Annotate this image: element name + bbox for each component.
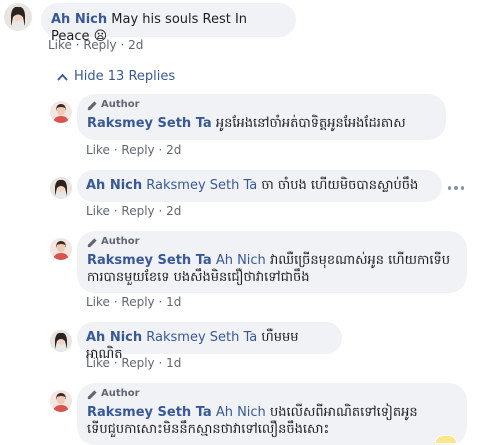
reply-timestamp[interactable]: 1d	[166, 356, 181, 370]
like-button[interactable]: Like	[86, 295, 110, 309]
like-button[interactable]: Like	[86, 204, 110, 218]
avatar-raksmey[interactable]	[50, 390, 72, 412]
reply-text-line: ការបានមួយខែទេ បងសឹងមិនជឿថាវាទៅជាចឹង	[87, 270, 310, 285]
reply-button[interactable]: Reply	[121, 356, 154, 370]
like-button[interactable]: Like	[86, 356, 110, 370]
reply-author-name[interactable]: Raksmey Seth Ta	[87, 116, 212, 131]
comment-actions: Like · Reply · 2d	[48, 38, 144, 52]
avatar-ah-nich[interactable]	[50, 330, 72, 352]
avatar-ah-nich[interactable]	[4, 3, 32, 31]
reply-actions: Like · Reply · 2d	[86, 204, 182, 218]
comment-timestamp[interactable]: 2d	[128, 38, 143, 52]
reply-author-name[interactable]: Raksmey Seth Ta	[87, 405, 212, 420]
reply-text: វាឈឺច្រើនមុខណាស់អូន ហើយកាទើប	[269, 253, 450, 268]
reply-button[interactable]: Reply	[121, 204, 154, 218]
like-button[interactable]: Like	[86, 143, 110, 157]
reply-bubble: Ah Nich Raksmey Seth Ta ចា ចាំបង ហើយមិចប…	[77, 170, 442, 202]
reply-author-name[interactable]: Ah Nich	[86, 330, 142, 345]
reply-actions: Like · Reply · 1d	[86, 295, 182, 309]
reply-button[interactable]: Reply	[121, 143, 154, 157]
more-options-icon[interactable]	[448, 186, 464, 190]
reply-author-name[interactable]: Ah Nich	[86, 178, 142, 193]
reply-text: អូនអែងនៅចាំអត់បាទិត្តអូនអែងដែរតាស	[215, 116, 406, 131]
reply-text: ចា ចាំបង ហើយមិចបានស្លាប់ចឹង	[261, 178, 419, 193]
mention-link[interactable]: Raksmey Seth Ta	[146, 178, 257, 193]
pencil-icon	[87, 100, 97, 110]
reply-bubble: Author Raksmey Seth Ta អូនអែងនៅចាំអត់បាទ…	[77, 94, 446, 140]
pencil-icon	[87, 389, 97, 399]
reply-text: បងលើសពីអាណិតទៅទៀតអូន	[269, 405, 418, 420]
avatar-raksmey[interactable]	[50, 101, 72, 123]
like-button[interactable]: Like	[48, 38, 72, 52]
reply-timestamp[interactable]: 2d	[166, 204, 181, 218]
reply-timestamp[interactable]: 1d	[166, 295, 181, 309]
reply-bubble: Author Raksmey Seth Ta Ah Nich វាឈឺច្រើន…	[77, 231, 467, 293]
reply-author-name[interactable]: Raksmey Seth Ta	[87, 253, 212, 268]
avatar-raksmey[interactable]	[50, 238, 72, 260]
mention-link[interactable]: Ah Nich	[216, 405, 266, 420]
avatar-ah-nich[interactable]	[50, 177, 72, 199]
mention-link[interactable]: Ah Nich	[216, 253, 266, 268]
reply-timestamp[interactable]: 2d	[166, 143, 181, 157]
comment-bubble: Ah Nich May his souls Rest In Peace 😦	[41, 3, 296, 44]
reply-button[interactable]: Reply	[121, 295, 154, 309]
comment-author-name[interactable]: Ah Nich	[51, 12, 107, 27]
chevron-up-icon	[57, 73, 68, 81]
reaction-badge-icon[interactable]	[436, 436, 456, 443]
mention-link[interactable]: Raksmey Seth Ta	[146, 330, 257, 345]
reply-bubble: Author Raksmey Seth Ta Ah Nich បងលើសពីអា…	[77, 383, 467, 445]
reply-text-line: ទើបជួបកាសោះមិននឹកស្មានថាវាទៅលឿនចឹងសោះ	[87, 422, 330, 437]
author-badge: Author	[87, 236, 457, 248]
reply-bubble: Ah Nich Raksmey Seth Ta ហឺមមម អាណិត	[77, 322, 342, 362]
reply-button[interactable]: Reply	[83, 38, 116, 52]
hide-replies-button[interactable]: Hide 13 Replies	[57, 69, 175, 85]
author-badge: Author	[87, 388, 457, 400]
reply-actions: Like · Reply · 2d	[86, 143, 182, 157]
reply-actions: Like · Reply · 1d	[86, 356, 182, 370]
hide-replies-label: Hide 13 Replies	[74, 69, 176, 84]
author-badge: Author	[87, 99, 436, 111]
pencil-icon	[87, 237, 97, 247]
